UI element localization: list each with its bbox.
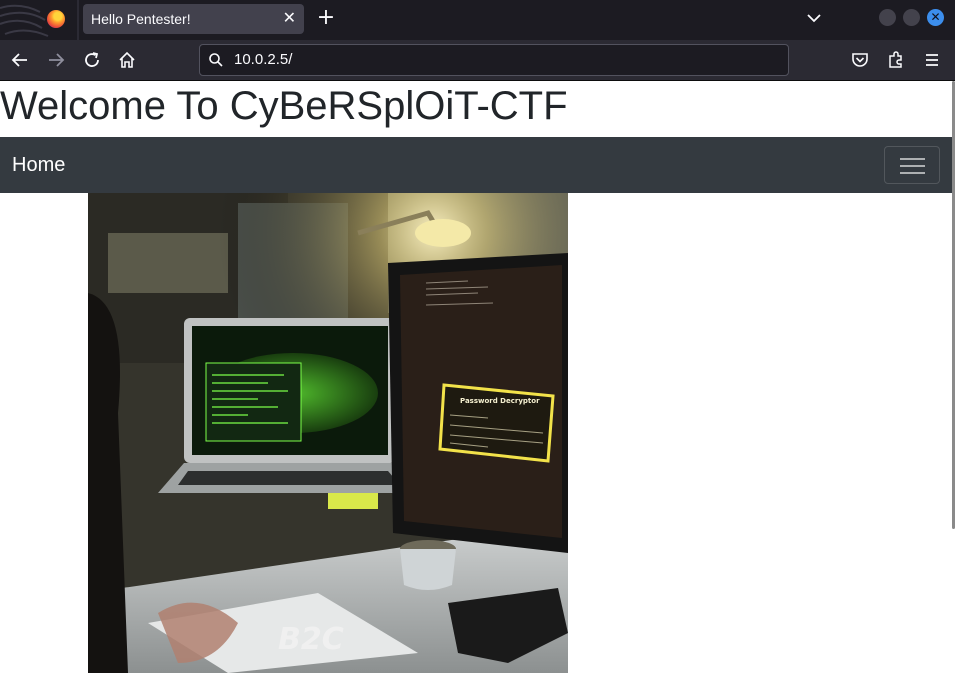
tab-strip: Hello Pentester! ✕ + ✕ [0, 0, 955, 40]
url-text[interactable]: 10.0.2.5/ [234, 45, 292, 75]
active-tab[interactable]: Hello Pentester! ✕ [83, 4, 304, 34]
new-tab-button[interactable]: + [316, 7, 336, 31]
firefox-icon[interactable] [47, 10, 65, 28]
tab-title: Hello Pentester! [91, 11, 191, 27]
address-bar[interactable]: 10.0.2.5/ [199, 44, 789, 76]
forward-icon[interactable] [44, 48, 68, 72]
page-title: Welcome To CyBeRSplOiT-CTF [0, 84, 568, 128]
window-close-button[interactable]: ✕ [927, 9, 944, 26]
list-all-tabs-icon[interactable] [804, 6, 824, 30]
pocket-icon[interactable] [848, 48, 872, 72]
search-icon [209, 53, 223, 67]
reload-icon[interactable] [80, 48, 104, 72]
nav-home-link[interactable]: Home [12, 137, 65, 193]
hacker-desk-scene: Password Decryptor B2C [88, 193, 568, 673]
hamburger-line [900, 172, 925, 174]
page-viewport: Welcome To CyBeRSplOiT-CTF Home Password… [0, 81, 955, 685]
extensions-icon[interactable] [884, 48, 908, 72]
hero-screen-title: Password Decryptor [460, 397, 540, 405]
navbar-toggler-button[interactable] [884, 146, 940, 184]
minimize-button[interactable] [879, 9, 896, 26]
hamburger-line [900, 165, 925, 167]
hero-watermark: B2C [278, 622, 344, 657]
back-icon[interactable] [8, 48, 32, 72]
hamburger-line [900, 158, 925, 160]
site-navbar: Home [0, 137, 952, 193]
hero-image: Password Decryptor B2C [88, 193, 568, 673]
home-icon[interactable] [115, 48, 139, 72]
maximize-button[interactable] [903, 9, 920, 26]
app-menu-icon[interactable] [920, 48, 944, 72]
os-menu-decoration [0, 0, 79, 40]
close-tab-icon[interactable]: ✕ [283, 4, 296, 34]
navigation-toolbar: 10.0.2.5/ [0, 40, 955, 81]
